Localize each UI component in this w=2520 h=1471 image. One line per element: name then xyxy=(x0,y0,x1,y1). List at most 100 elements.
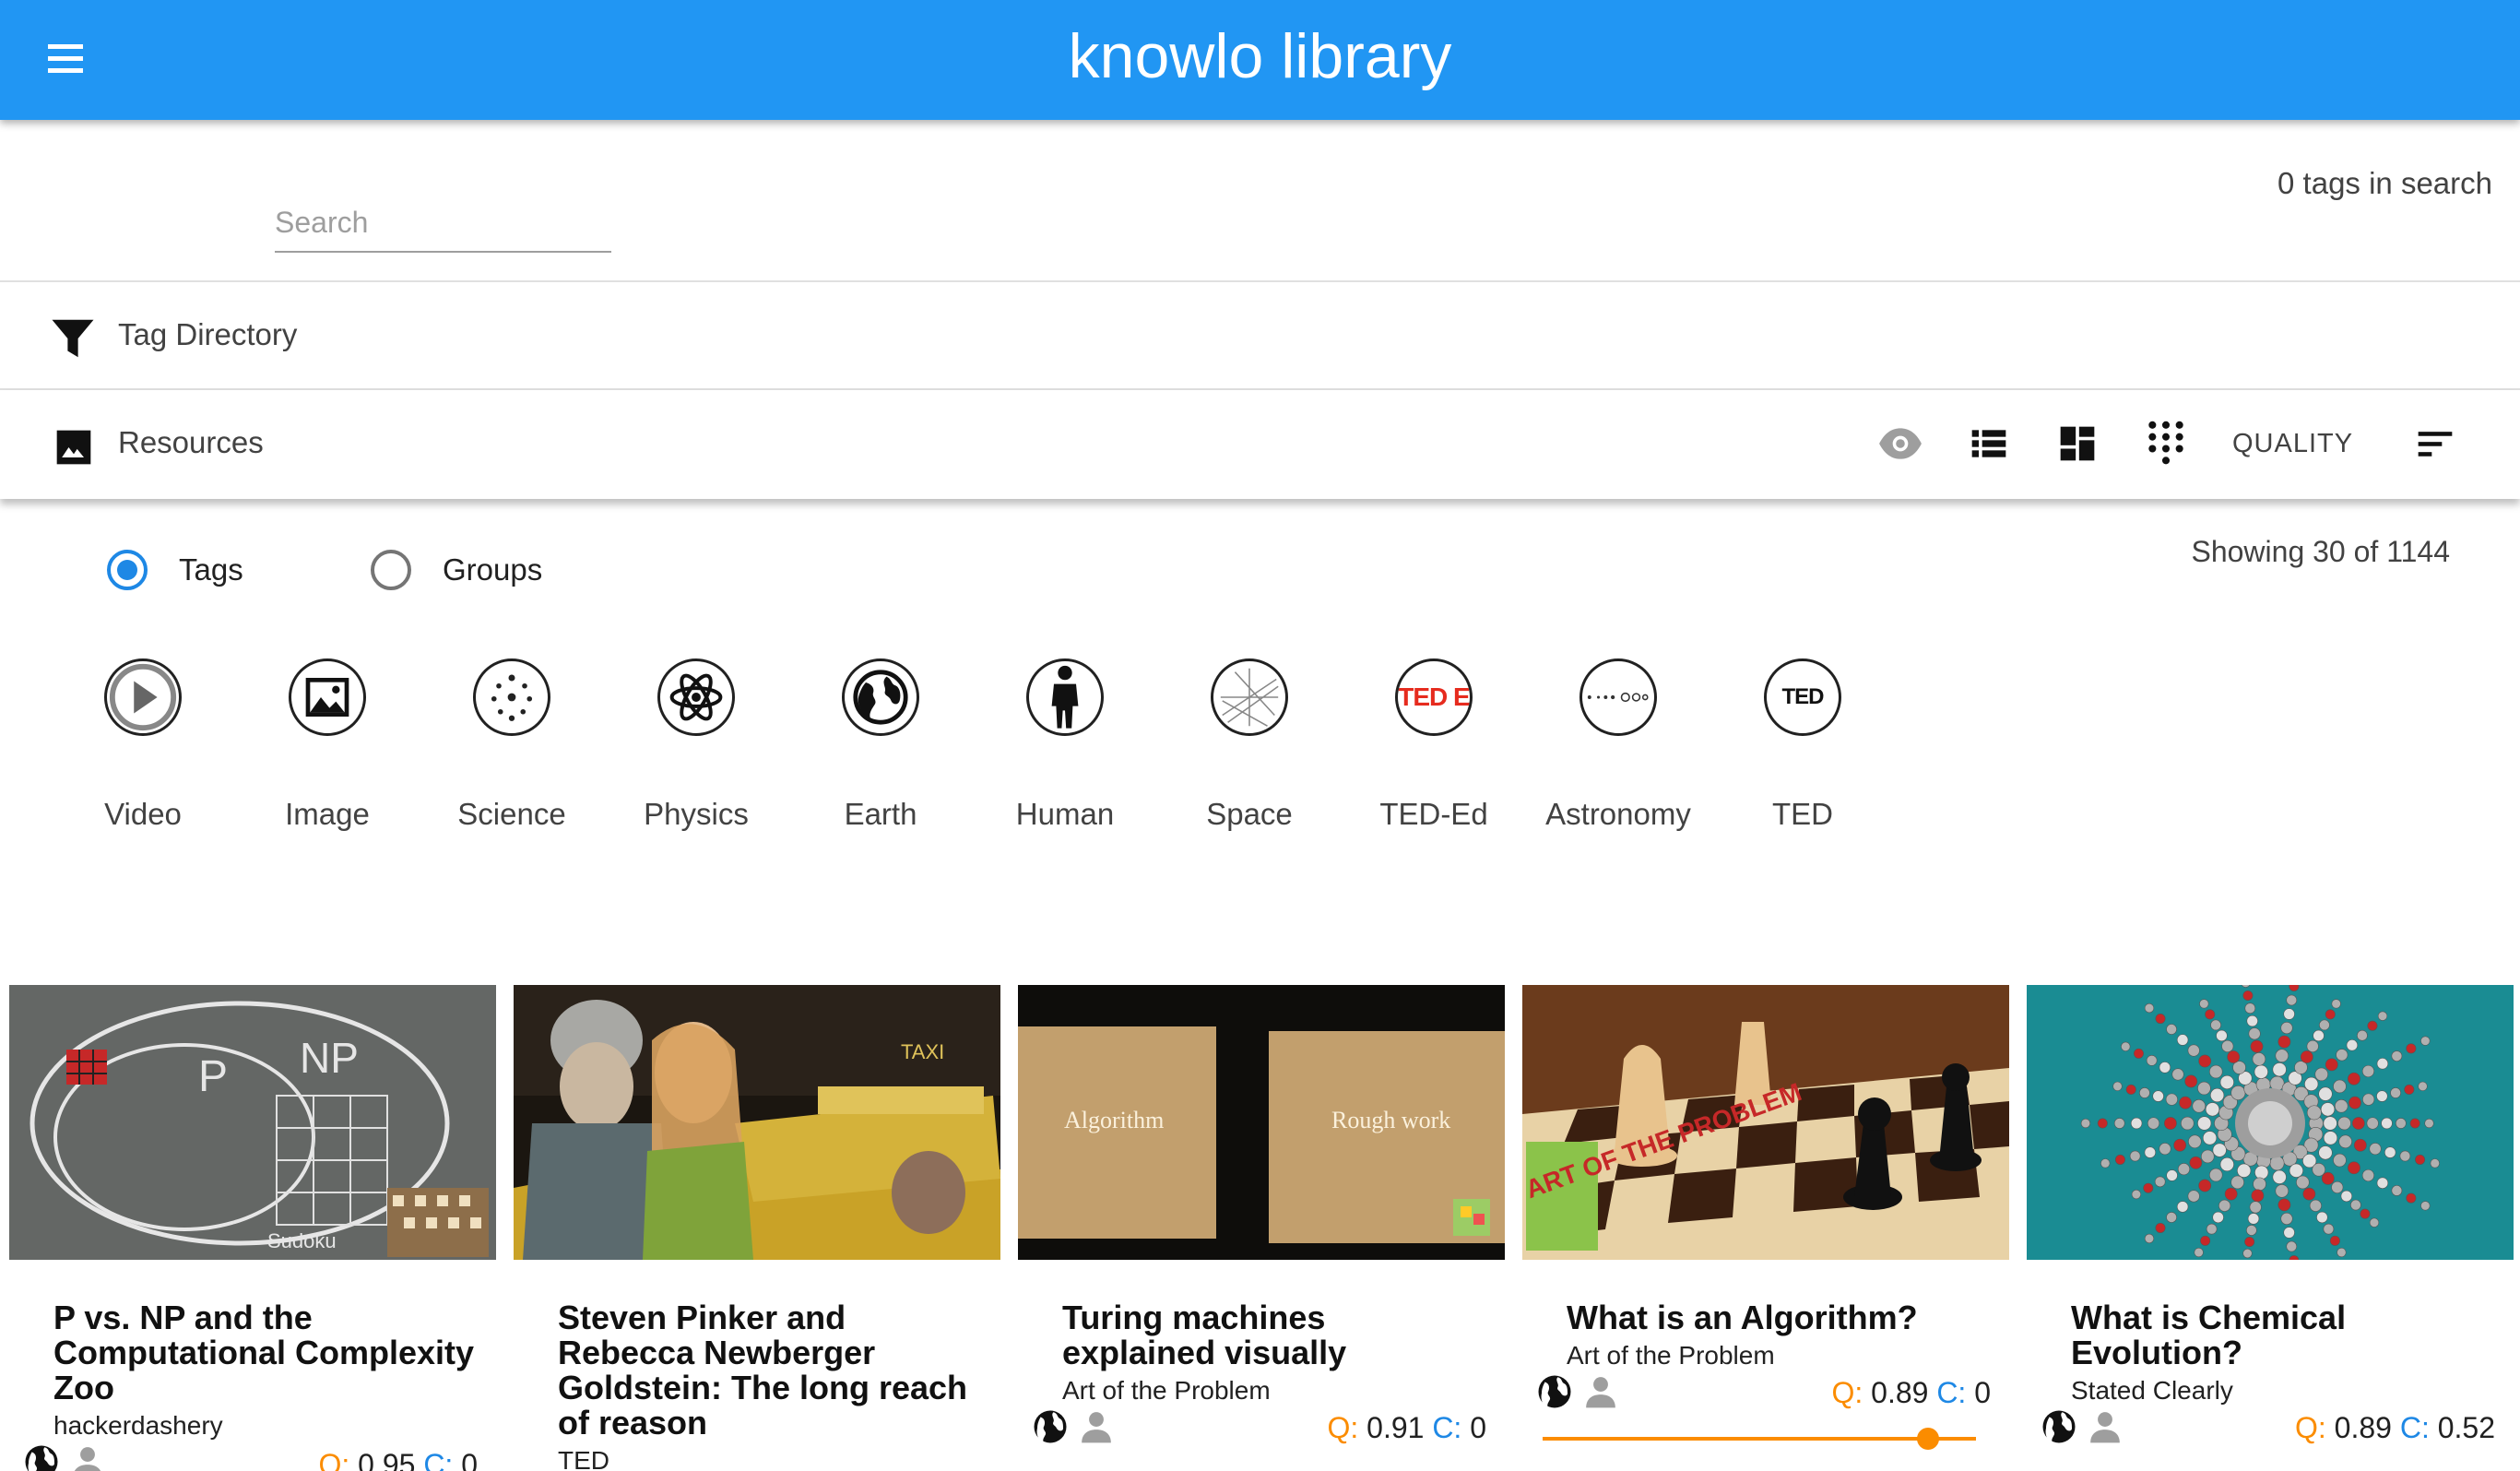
tag-earth[interactable]: Earth xyxy=(798,658,964,843)
molecule-atom xyxy=(2333,1153,2347,1168)
molecule-atom xyxy=(2210,1019,2221,1031)
card-thumbnail[interactable]: TAXI xyxy=(514,985,1000,1260)
user-icon[interactable] xyxy=(1079,1407,1114,1446)
card-title[interactable]: P vs. NP and the Computational Complexit… xyxy=(53,1300,478,1406)
quality-label: Q: xyxy=(1831,1376,1863,1409)
molecule-atom xyxy=(2176,1034,2189,1046)
complexity-label: C: xyxy=(1432,1411,1462,1444)
play-icon xyxy=(104,658,182,736)
molecule-atom xyxy=(2224,1187,2238,1201)
card-thumbnail[interactable]: Algorithm Rough work xyxy=(1018,985,1505,1260)
list-view-icon[interactable] xyxy=(1963,418,2015,469)
molecule-atom xyxy=(2361,1064,2374,1078)
molecule-atom xyxy=(2144,1146,2156,1158)
resources-row: Resources QUALITY xyxy=(0,390,2520,499)
tags-radio[interactable]: Tags xyxy=(107,544,243,596)
card-thumbnail[interactable]: ART OF THE PROBLEM xyxy=(1522,985,2009,1260)
molecule-atom xyxy=(2409,1118,2420,1129)
grid-dots-icon[interactable] xyxy=(2140,418,2192,469)
molecule-atom xyxy=(2165,1093,2178,1106)
molecule-atom xyxy=(2247,1213,2260,1225)
molecule-atom xyxy=(2376,1090,2388,1102)
molecule-atom xyxy=(2244,1237,2255,1248)
globe-icon[interactable] xyxy=(1031,1407,1070,1446)
molecule-atom xyxy=(2390,1087,2401,1098)
molecule-atom xyxy=(2337,1116,2351,1131)
molecule-atom xyxy=(2406,1043,2417,1054)
ted-logo-icon: TED xyxy=(1764,658,1841,736)
ted-logo-text: TED xyxy=(1781,684,1825,709)
thumb-np-label: NP xyxy=(300,1034,359,1082)
card-thumbnail[interactable]: P NP Sudoku xyxy=(9,985,496,1260)
sort-icon[interactable] xyxy=(2409,418,2461,469)
tag-label: TED xyxy=(1772,797,1833,831)
molecule-atom xyxy=(2336,1049,2348,1062)
globe-icon[interactable] xyxy=(22,1442,61,1471)
molecule-atom xyxy=(2318,1086,2333,1101)
molecule-atom xyxy=(2227,1050,2241,1063)
quality-slider[interactable] xyxy=(1543,1428,1976,1450)
molecule-atom xyxy=(2333,1079,2347,1094)
tag-label: Earth xyxy=(844,797,917,831)
molecule-atom xyxy=(2369,1143,2382,1156)
tag-video[interactable]: Video xyxy=(60,658,226,843)
molecule-atom xyxy=(2200,1235,2211,1246)
resource-card[interactable]: TAXI Steven Pinker and Rebecca Newberger… xyxy=(514,985,1000,1471)
card-title[interactable]: Steven Pinker and Rebecca Newberger Gold… xyxy=(558,1300,982,1441)
quality-slider-handle[interactable] xyxy=(1917,1428,1940,1450)
eye-icon[interactable] xyxy=(1875,418,1926,469)
dashboard-view-icon[interactable] xyxy=(2052,418,2103,469)
molecule-atom xyxy=(2221,1039,2234,1053)
app-title: knowlo library xyxy=(1068,21,1452,91)
tag-directory-row[interactable]: Tag Directory xyxy=(0,282,2520,390)
molecule-atom xyxy=(2351,1117,2365,1130)
molecule-atom xyxy=(2418,1081,2428,1092)
molecule-atom xyxy=(2395,1118,2407,1129)
resource-card[interactable]: What is Chemical Evolution? Stated Clear… xyxy=(2027,985,2514,1471)
user-icon[interactable] xyxy=(1583,1372,1618,1411)
card-thumbnail[interactable] xyxy=(2027,985,2514,1260)
quality-label: Q: xyxy=(1327,1411,1359,1444)
molecule-atom xyxy=(2205,1102,2220,1117)
tag-astronomy[interactable]: Astronomy xyxy=(1535,658,1701,843)
groups-radio[interactable]: Groups xyxy=(371,544,542,596)
card-channel: Art of the Problem xyxy=(1567,1341,1775,1370)
molecule-atom xyxy=(2420,1036,2431,1046)
globe-icon[interactable] xyxy=(2040,1407,2078,1446)
user-icon[interactable] xyxy=(70,1442,105,1471)
card-title[interactable]: Turing machines explained visually xyxy=(1062,1300,1486,1370)
resource-card[interactable]: Algorithm Rough work Turing machines exp… xyxy=(1018,985,1505,1471)
tag-human[interactable]: Human xyxy=(982,658,1148,843)
molecule-atom xyxy=(2250,1039,2264,1053)
tag-ted[interactable]: TED TED xyxy=(1720,658,1886,843)
card-score: Q: 0.89 C: 0.52 xyxy=(2295,1411,2495,1445)
molecule-atom xyxy=(2198,1054,2212,1068)
resource-card[interactable]: ART OF THE PROBLEM What is an Algorithm?… xyxy=(1522,985,2009,1471)
card-title[interactable]: What is Chemical Evolution? xyxy=(2071,1300,2495,1370)
resource-card[interactable]: P NP Sudoku P vs. NP and the Computation… xyxy=(9,985,496,1471)
complexity-value: 0 xyxy=(1974,1376,1991,1409)
search-input[interactable] xyxy=(275,194,611,253)
card-title[interactable]: What is an Algorithm? xyxy=(1567,1300,1991,1335)
view-toolbar: QUALITY xyxy=(1875,390,2520,498)
quality-value: 0.89 xyxy=(1871,1376,1929,1409)
tag-label: Image xyxy=(285,797,370,831)
molecule-atom xyxy=(2080,1118,2091,1129)
molecule-atom xyxy=(2361,1168,2374,1182)
tag-image[interactable]: Image xyxy=(244,658,410,843)
molecule-atom xyxy=(2189,1156,2203,1169)
molecule-atom xyxy=(2197,1116,2212,1131)
app-bar: knowlo library xyxy=(0,0,2520,120)
molecule-atom xyxy=(2245,1225,2257,1236)
complexity-label: C: xyxy=(1936,1376,1967,1409)
quality-sort-button[interactable]: QUALITY xyxy=(2232,429,2353,459)
user-icon[interactable] xyxy=(2088,1407,2123,1446)
molecule-atom xyxy=(2366,1117,2379,1130)
tag-science[interactable]: Science xyxy=(429,658,595,843)
molecule-atom xyxy=(2350,1199,2361,1211)
tag-ted-ed[interactable]: TED E TED-Ed xyxy=(1351,658,1517,843)
globe-icon[interactable] xyxy=(1535,1372,1574,1411)
molecule-atom xyxy=(2230,1085,2246,1100)
tag-physics[interactable]: Physics xyxy=(613,658,779,843)
tag-space[interactable]: Space xyxy=(1166,658,1332,843)
